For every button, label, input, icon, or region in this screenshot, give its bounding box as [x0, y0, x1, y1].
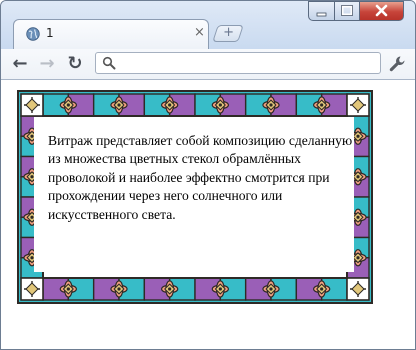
globe-icon	[26, 27, 40, 41]
browser-tab[interactable]: 1 ×	[13, 19, 209, 49]
search-icon	[102, 56, 116, 70]
title-bar: 1 × +	[1, 1, 415, 49]
maximize-icon	[341, 5, 353, 16]
tab-close-icon[interactable]: ×	[194, 25, 205, 41]
minimize-icon	[316, 12, 327, 17]
reload-button[interactable]: ↻	[62, 49, 88, 79]
maximize-button[interactable]	[334, 1, 360, 21]
wrench-icon[interactable]	[387, 54, 407, 74]
close-window-button[interactable]	[359, 1, 404, 21]
content-panel: Витраж представляет собой композицию сде…	[34, 117, 354, 272]
stained-glass-paragraph: Витраж представляет собой композицию сде…	[48, 133, 353, 222]
plus-icon: +	[222, 25, 234, 40]
address-bar[interactable]	[95, 52, 381, 74]
page-viewport: Витраж представляет собой композицию сде…	[1, 80, 415, 349]
minimize-button[interactable]	[308, 1, 335, 21]
browser-toolbar: ← → ↻	[1, 49, 415, 80]
new-tab-button[interactable]: +	[212, 25, 244, 42]
tab-title: 1	[46, 26, 54, 40]
url-input[interactable]	[120, 55, 370, 71]
back-button[interactable]: ←	[7, 49, 33, 79]
forward-button[interactable]: →	[34, 49, 60, 79]
browser-window: 1 × + ← → ↻ Витраж представляет собой ко…	[0, 0, 416, 350]
close-icon	[375, 4, 388, 17]
